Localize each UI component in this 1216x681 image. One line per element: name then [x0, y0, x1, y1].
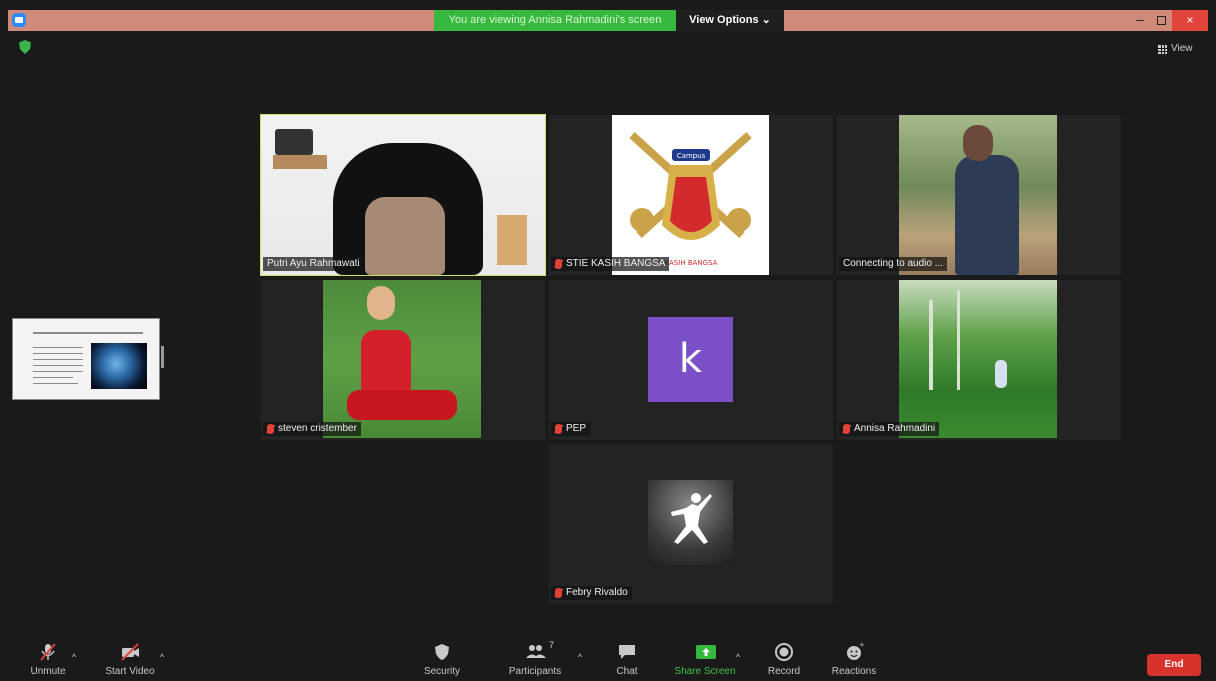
svg-text:+: +	[859, 642, 864, 649]
participant-name-label: PEP	[551, 422, 591, 436]
participant-name-label: Putri Ayu Rahmawati	[263, 257, 364, 271]
mic-muted-icon	[267, 424, 274, 434]
profile-picture	[648, 480, 733, 565]
view-options-button[interactable]: View Options ⌄	[676, 10, 784, 31]
campus-logo-icon: Campus KASIH BANGSA	[629, 132, 752, 267]
grid-icon	[1158, 44, 1167, 54]
participant-name-label: STIE KASIH BANGSA	[551, 257, 670, 271]
avatar: k	[648, 317, 733, 402]
participant-name-label: Connecting to audio ...	[839, 257, 948, 271]
unmute-button[interactable]: Unmute	[26, 642, 70, 677]
jumpman-logo-icon	[671, 493, 712, 544]
participants-options-caret[interactable]: ^	[578, 652, 582, 662]
participant-legs	[347, 390, 457, 420]
participant-name-label: Annisa Rahmadini	[839, 422, 940, 436]
svg-text:KASIH BANGSA: KASIH BANGSA	[665, 259, 718, 267]
security-shield-icon	[432, 642, 452, 662]
video-tile[interactable]: Putri Ayu Rahmawati	[260, 114, 546, 276]
video-tile[interactable]: Annisa Rahmadini	[837, 280, 1121, 440]
record-button[interactable]: Record	[764, 642, 804, 677]
shared-screen-thumbnail[interactable]	[12, 318, 160, 400]
reactions-button[interactable]: + Reactions	[828, 641, 880, 677]
record-icon	[774, 642, 794, 662]
participant-figure	[995, 360, 1007, 388]
slide-text-line	[33, 377, 73, 378]
camera-decor-icon	[275, 129, 313, 155]
tree-decor	[957, 290, 960, 390]
video-tile[interactable]: Febry Rivaldo	[549, 444, 833, 604]
security-button[interactable]: Security	[420, 642, 464, 677]
profile-picture	[899, 280, 1057, 438]
chat-button[interactable]: Chat	[610, 642, 644, 677]
share-screen-icon	[695, 642, 716, 662]
earth-image	[91, 343, 147, 389]
chat-icon	[617, 642, 637, 662]
emoji-reaction-icon: +	[844, 641, 865, 662]
audio-options-caret[interactable]: ^	[72, 652, 76, 662]
participant-name-label: steven cristember	[263, 422, 361, 436]
view-label: View	[1171, 43, 1193, 54]
share-options-caret[interactable]: ^	[736, 652, 740, 662]
close-button[interactable]: ×	[1172, 10, 1208, 31]
video-tile[interactable]: steven cristember	[261, 280, 545, 440]
participants-count: 7	[549, 640, 555, 650]
slide-text-line	[33, 383, 78, 384]
participant-figure	[955, 155, 1019, 275]
view-button[interactable]: View	[1158, 42, 1193, 56]
end-meeting-button[interactable]: End	[1147, 654, 1201, 676]
slide-text-line	[33, 353, 83, 354]
participant-face	[365, 197, 445, 275]
mic-muted-icon	[555, 259, 562, 269]
participants-icon: 7	[525, 640, 554, 662]
start-video-button[interactable]: Start Video	[102, 642, 158, 677]
slide-text-line	[33, 365, 83, 366]
slide-text-line	[33, 359, 83, 360]
profile-picture: Campus KASIH BANGSA	[612, 115, 769, 275]
shelf-decor	[273, 155, 327, 169]
minimize-button[interactable]: –	[1130, 10, 1150, 31]
meeting-toolbar: Unmute ^ Start Video ^ Security 7 Partic…	[0, 634, 1216, 681]
video-off-icon	[120, 642, 140, 662]
mic-muted-icon	[555, 424, 562, 434]
video-options-caret[interactable]: ^	[160, 652, 164, 662]
video-tile[interactable]: Connecting to audio ...	[837, 115, 1121, 275]
video-tile[interactable]: Campus KASIH BANGSA STIE KASIH BANGSA	[549, 115, 833, 275]
screen-share-banner: You are viewing Annisa Rahmadini's scree…	[434, 10, 676, 31]
mic-muted-icon	[555, 588, 562, 598]
encryption-shield-icon[interactable]	[19, 40, 31, 54]
maximize-button[interactable]	[1151, 10, 1171, 31]
share-screen-button[interactable]: Share Screen	[672, 642, 738, 677]
zoom-logo-icon	[12, 13, 26, 27]
participant-name-label: Febry Rivaldo	[551, 586, 632, 600]
slide-text-line	[33, 371, 83, 372]
tree-decor	[929, 300, 933, 390]
mic-muted-icon	[38, 642, 58, 662]
zoom-meeting-window: You are viewing Annisa Rahmadini's scree…	[0, 0, 1216, 681]
participants-button[interactable]: 7 Participants	[504, 640, 566, 677]
mic-muted-icon	[843, 424, 850, 434]
participant-head	[367, 286, 395, 320]
desk-decor	[497, 215, 527, 265]
slide-text-line	[33, 347, 83, 348]
title-bar: You are viewing Annisa Rahmadini's scree…	[8, 10, 1208, 31]
video-tile[interactable]: k PEP	[549, 280, 833, 440]
svg-text:Campus: Campus	[677, 152, 706, 160]
thumbnail-resize-handle[interactable]	[161, 346, 164, 368]
slide-title-line	[33, 332, 143, 334]
participant-head	[963, 125, 993, 161]
